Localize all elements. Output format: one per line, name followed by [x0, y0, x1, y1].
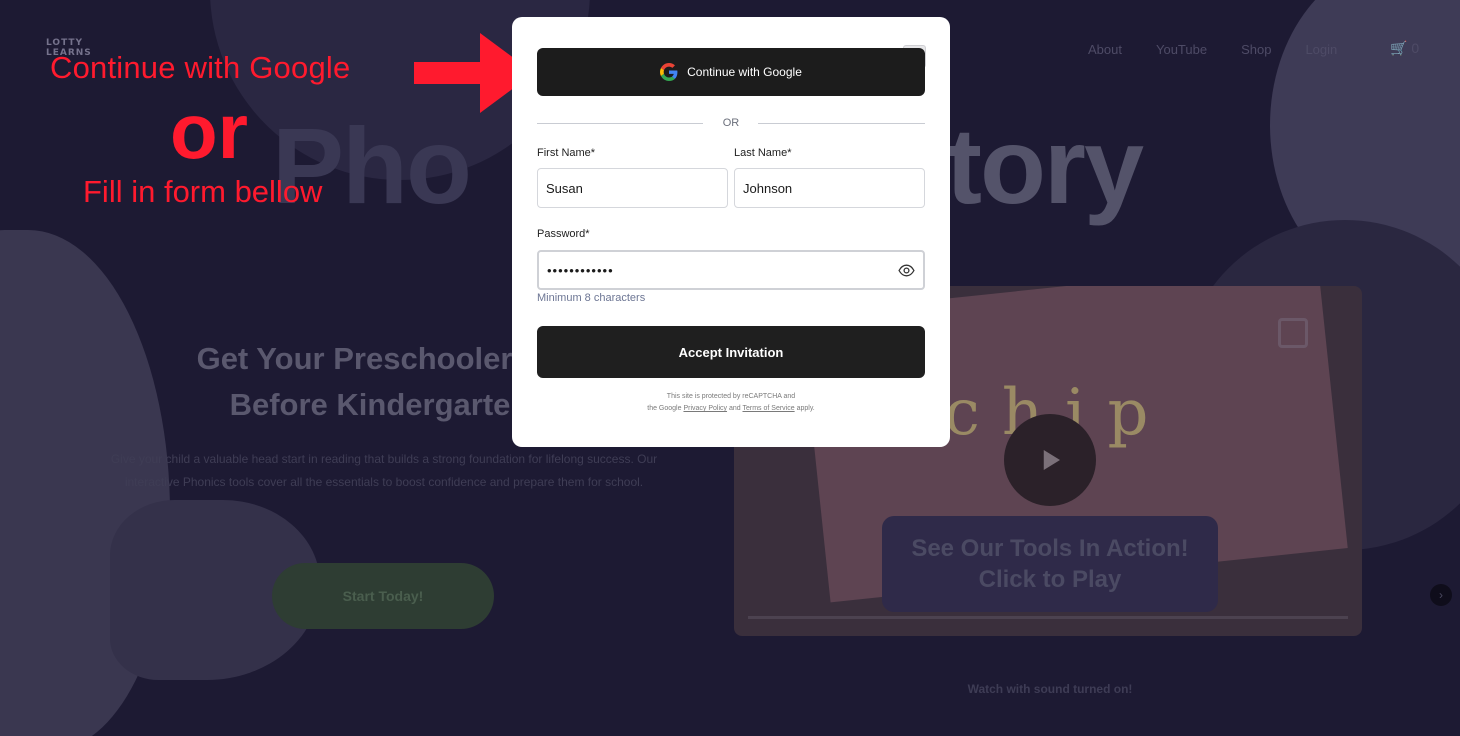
nav-about: About [1088, 42, 1122, 57]
first-name-field[interactable] [537, 168, 728, 208]
fullscreen-icon [1278, 318, 1308, 348]
hero-description: Give your child a valuable head start in… [110, 452, 658, 489]
cart-count: 0 [1411, 40, 1420, 56]
recaptcha-notice: This site is protected by reCAPTCHA and … [647, 393, 815, 412]
last-name-label: Last Name* [734, 147, 792, 159]
accept-invitation-button[interactable]: Accept Invitation [537, 326, 925, 378]
nav-shop: Shop [1241, 42, 1272, 57]
nav-login: Login [1305, 42, 1338, 57]
first-name-label: First Name* [537, 147, 596, 159]
watch-note: Watch with sound turned on! [967, 682, 1133, 696]
start-today-button: Start Today! [272, 563, 494, 629]
top-nav: About YouTube Shop Login [1088, 42, 1337, 57]
last-name-field[interactable] [734, 168, 925, 208]
show-password-button[interactable] [896, 261, 916, 279]
annotation-form: Fill in form bellow [83, 174, 323, 209]
side-toggle-icon: › [1430, 584, 1452, 606]
annotation-or: or [170, 87, 248, 175]
video-callout: See Our Tools In Action! Click to Play [882, 516, 1218, 612]
continue-with-google-button[interactable]: Continue with Google [537, 48, 925, 96]
divider-line [758, 123, 925, 124]
privacy-policy-link[interactable]: Privacy Policy [683, 405, 727, 412]
play-icon [1004, 414, 1096, 506]
terms-of-service-link[interactable]: Terms of Service [743, 405, 795, 412]
password-hint: Minimum 8 characters [537, 292, 646, 304]
google-icon [660, 63, 678, 81]
nav-youtube: YouTube [1155, 42, 1208, 57]
password-label: Password* [537, 228, 590, 240]
cart-icon: 🛒 0 [1390, 40, 1420, 56]
password-field[interactable] [537, 250, 925, 290]
annotation-google: Continue with Google [50, 50, 351, 85]
video-progress-bar [748, 616, 1348, 619]
or-divider: OR [537, 116, 925, 132]
hero-title-right: tory [946, 105, 1144, 226]
eye-icon [897, 264, 915, 276]
google-button-label: Continue with Google [687, 65, 802, 79]
invitation-modal: Continue with Google OR First Name* Last… [512, 17, 950, 447]
